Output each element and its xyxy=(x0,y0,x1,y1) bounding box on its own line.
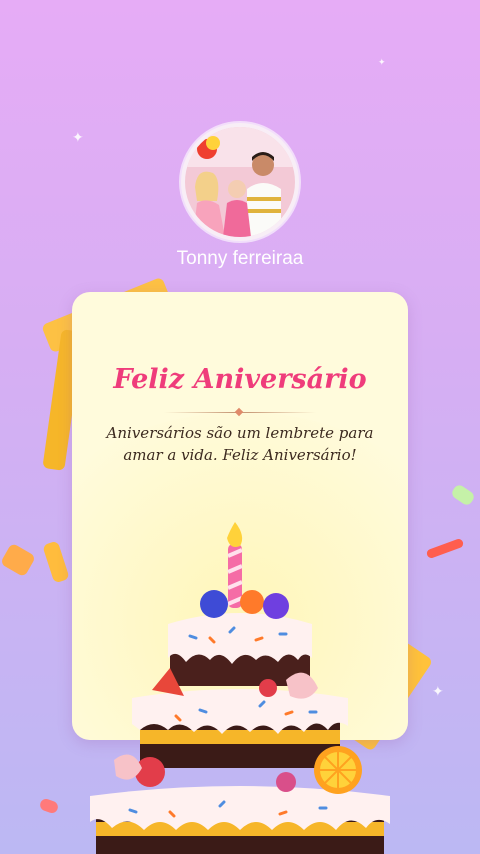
card-title: Feliz Aniversário xyxy=(113,364,367,395)
confetti-piece xyxy=(425,537,465,560)
username: Tonny ferreiraa xyxy=(176,248,304,269)
birthday-cake-icon xyxy=(90,522,390,854)
sparkle-icon: ✦ xyxy=(432,684,444,700)
confetti-piece xyxy=(449,483,477,507)
card-message: Aniversários são um lembrete para amar a… xyxy=(106,424,374,464)
sparkle-icon: ✦ xyxy=(378,58,386,68)
title-divider xyxy=(164,407,316,417)
sparkle-icon: ✦ xyxy=(72,130,84,146)
profile-avatar[interactable] xyxy=(181,123,299,241)
confetti-piece xyxy=(38,797,60,815)
confetti-piece xyxy=(0,542,37,578)
family-photo-avatar xyxy=(185,127,295,237)
confetti-piece xyxy=(42,540,70,584)
